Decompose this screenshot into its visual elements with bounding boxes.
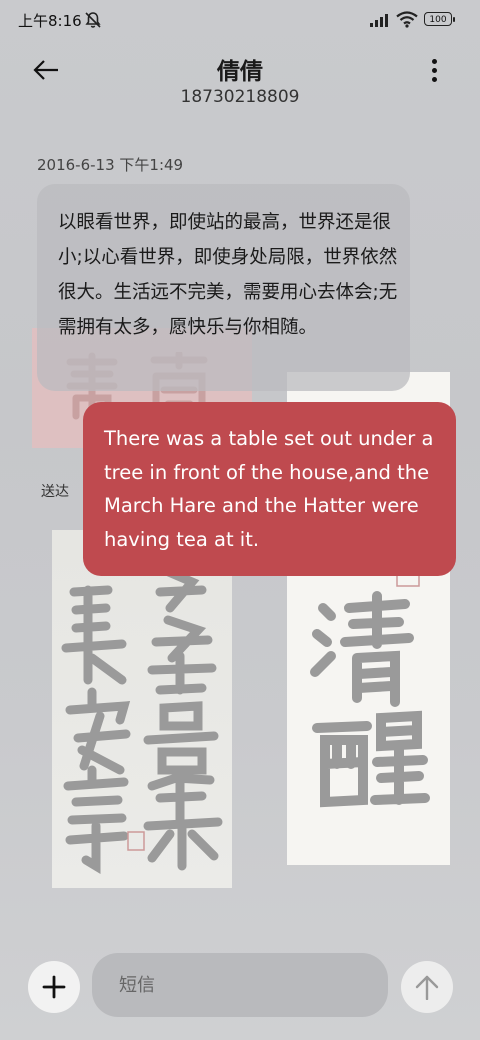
plus-icon: [42, 975, 66, 999]
contact-number: 18730218809: [180, 87, 300, 107]
contact-name: 倩倩: [217, 59, 263, 85]
add-attachment-button[interactable]: [28, 961, 80, 1013]
more-options-button[interactable]: [416, 52, 452, 88]
message-input[interactable]: [92, 953, 388, 1017]
status-time: 上午8:16: [18, 12, 82, 30]
signal-icon: [370, 14, 388, 27]
received-message-text: 以眼看世界，即使站的最高，世界还是很小;以心看世界，即使身处局限，世界依然很大。…: [58, 212, 398, 338]
more-dot: [431, 76, 437, 82]
wifi-icon: [396, 11, 418, 28]
message-timestamp: 2016-6-13 下午1:49: [37, 156, 184, 174]
battery-icon: 100: [424, 12, 455, 26]
sent-message-text: There was a table set out under a tree i…: [104, 427, 434, 551]
more-dot: [431, 67, 437, 73]
wallpaper-scroll-left: [52, 530, 232, 888]
send-button[interactable]: [401, 961, 453, 1013]
more-vertical-icon: [431, 58, 437, 64]
delivery-status: 送达: [41, 484, 69, 500]
mute-icon: [85, 12, 101, 28]
arrow-up-icon: [415, 975, 439, 1000]
